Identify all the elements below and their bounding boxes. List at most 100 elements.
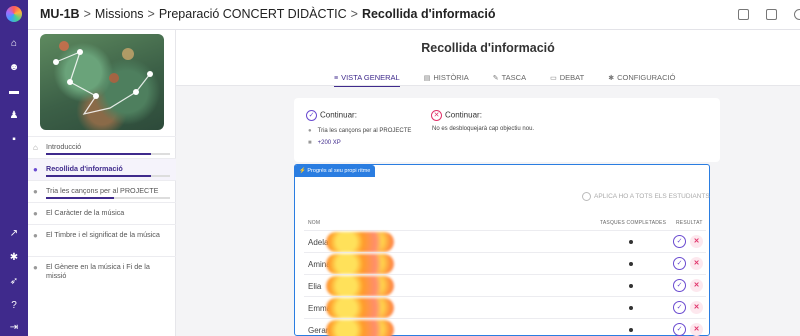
mission-sidebar: ⌂ Introducció ● Recollida d'informació ● Tria… — [28, 30, 176, 336]
briefcase-icon[interactable]: ▬ — [8, 86, 20, 98]
tab-task[interactable]: ✎ TASCA — [493, 73, 526, 87]
app-logo[interactable] — [6, 6, 22, 22]
main-panel: Recollida d'informació ≡ VISTA GENERAL ▤ HI… — [176, 30, 800, 336]
pin-icon: ● — [33, 263, 38, 272]
page-title: Recollida d'informació — [421, 41, 555, 55]
apply-all-button[interactable]: APLICA HO A TOTS ELS ESTUDIANTS — [582, 192, 710, 201]
success-outcome: ✓ Continuar: — [306, 110, 357, 121]
reject-button[interactable]: ✕ — [690, 279, 703, 292]
progress-bar — [46, 153, 170, 155]
check-circle-icon: ✓ — [306, 110, 317, 121]
tasks-completed-dot — [629, 306, 633, 310]
success-target: ● Tria les cançons per al PROJECTE — [308, 128, 412, 134]
redaction-mask — [326, 254, 394, 274]
sidebar-item-label: El Timbre i el significat de la música — [46, 230, 160, 239]
help-icon[interactable]: ? — [8, 300, 20, 312]
table-row: Gerard ✓ ✕ — [304, 318, 706, 336]
self-paced-tab: ⚡ Progrés al seu propi ritme — [294, 165, 376, 177]
tab-settings[interactable]: ✱ CONFIGURACIÓ — [608, 73, 675, 87]
sidebar-item[interactable]: ● El Gènere en la música i Fi de la missi… — [28, 256, 176, 286]
tab-bar: ≡ VISTA GENERAL ▤ HISTÒRIA ✎ TASCA ▭ DEBAT ✱ CONF… — [334, 67, 699, 87]
table-row: Elia ✓ ✕ — [304, 274, 706, 296]
tasks-completed-dot — [629, 240, 633, 244]
rocket-icon[interactable]: ➶ — [8, 276, 20, 288]
chat-icon[interactable]: ▪ — [8, 134, 20, 146]
pin-icon: ● — [33, 209, 38, 218]
reject-button[interactable]: ✕ — [690, 257, 703, 270]
book-icon: ▤ — [423, 75, 431, 82]
breadcrumb: MU-1B > Missions > Preparació CONCERT DIDÀCT… — [40, 7, 496, 21]
redaction-mask — [326, 232, 394, 252]
chat-icon: ▭ — [550, 75, 557, 82]
sidebar-item-label: Recollida d'informació — [46, 164, 123, 173]
progress-fill — [46, 153, 151, 155]
home-icon: ⌂ — [33, 143, 38, 152]
sidebar-item-label: El Caràcter de la música — [46, 208, 125, 217]
reject-button[interactable]: ✕ — [690, 301, 703, 314]
sidebar-item-label: Tria les cançons per al PROJECTE — [46, 186, 159, 195]
tasks-completed-dot — [629, 284, 633, 288]
sidebar-item[interactable]: ● Recollida d'informació — [28, 158, 176, 180]
sidebar-item[interactable]: ● El Caràcter de la música — [28, 202, 176, 224]
progress-fill — [46, 197, 114, 199]
top-bar: MU-1B > Missions > Preparació CONCERT DIDÀCT… — [28, 0, 800, 30]
redaction-mask — [326, 276, 394, 296]
sidebar-item[interactable]: ⌂ Introducció — [28, 136, 176, 158]
stats-icon[interactable]: ↗ — [8, 228, 20, 240]
reject-button[interactable]: ✕ — [690, 235, 703, 248]
approve-button[interactable]: ✓ — [673, 235, 686, 248]
mission-map-image — [40, 34, 164, 130]
logout-icon[interactable]: ⇥ — [8, 322, 20, 334]
app-rail: ⌂ ☻ ▬ ♟ ▪ ↗ ✱ ➶ ? ⇥ — [0, 0, 28, 336]
breadcrumb-course[interactable]: MU-1B — [40, 7, 80, 21]
approve-button[interactable]: ✓ — [673, 257, 686, 270]
tasks-completed-dot — [629, 262, 633, 266]
table-row: Emma ✓ ✕ — [304, 296, 706, 318]
sidebar-item[interactable]: ● El Timbre i el significat de la música — [28, 224, 176, 256]
failure-description: No es desbloquejarà cap objectiu nou. — [432, 126, 535, 132]
breadcrumb-missions[interactable]: Missions — [95, 7, 144, 21]
sidebar-item-label: El Gènere en la música i Fi de la missió — [46, 262, 150, 280]
redaction-mask — [326, 298, 394, 318]
calendar-icon[interactable] — [738, 9, 749, 20]
breadcrumb-mission[interactable]: Preparació CONCERT DIDÀCTIC — [159, 7, 347, 21]
breadcrumb-current: Recollida d'informació — [361, 7, 496, 21]
x-circle-icon: ✕ — [431, 110, 442, 121]
camera-icon[interactable] — [766, 9, 777, 20]
list-icon: ≡ — [334, 75, 339, 82]
table-row: Amina ✓ ✕ — [304, 252, 706, 274]
failure-outcome: ✕ Continuar: — [431, 110, 482, 121]
column-completed: TASQUES COMPLETADES — [600, 220, 667, 226]
missions-icon[interactable]: ♟ — [8, 110, 20, 122]
users-icon[interactable]: ☻ — [8, 62, 20, 74]
gear-icon[interactable] — [794, 9, 800, 20]
tab-overview[interactable]: ≡ VISTA GENERAL — [334, 73, 400, 87]
tasks-completed-dot — [629, 328, 633, 332]
progress-fill — [46, 175, 151, 177]
pin-icon: ● — [33, 165, 38, 174]
reject-button[interactable]: ✕ — [690, 323, 703, 336]
approve-button[interactable]: ✓ — [673, 301, 686, 314]
approve-button[interactable]: ✓ — [673, 323, 686, 336]
student-name: Elia — [308, 282, 322, 291]
redaction-mask — [326, 320, 394, 336]
column-result: RESULTAT — [676, 220, 703, 226]
xp-icon: ■ — [308, 140, 312, 146]
home-icon[interactable]: ⌂ — [8, 38, 20, 50]
table-row: Adela ✓ ✕ — [304, 230, 706, 252]
progress-bar — [46, 197, 170, 199]
pin-icon: ● — [308, 128, 312, 134]
column-name: NOM — [308, 220, 321, 226]
progress-bar — [46, 175, 170, 177]
tab-debate[interactable]: ▭ DEBAT — [550, 73, 584, 87]
success-reward: ■ +200 XP — [308, 140, 341, 146]
mission-header: Recollida d'informació ≡ VISTA GENERAL ▤ HI… — [176, 30, 800, 87]
gear-icon: ✱ — [608, 75, 615, 82]
tab-history[interactable]: ▤ HISTÒRIA — [424, 73, 469, 87]
approve-button[interactable]: ✓ — [673, 279, 686, 292]
settings-icon[interactable]: ✱ — [8, 252, 20, 264]
pin-icon: ● — [33, 187, 38, 196]
sidebar-item[interactable]: ● Tria les cançons per al PROJECTE — [28, 180, 176, 202]
sidebar-item-label: Introducció — [46, 142, 82, 151]
edit-icon: ✎ — [492, 75, 499, 82]
